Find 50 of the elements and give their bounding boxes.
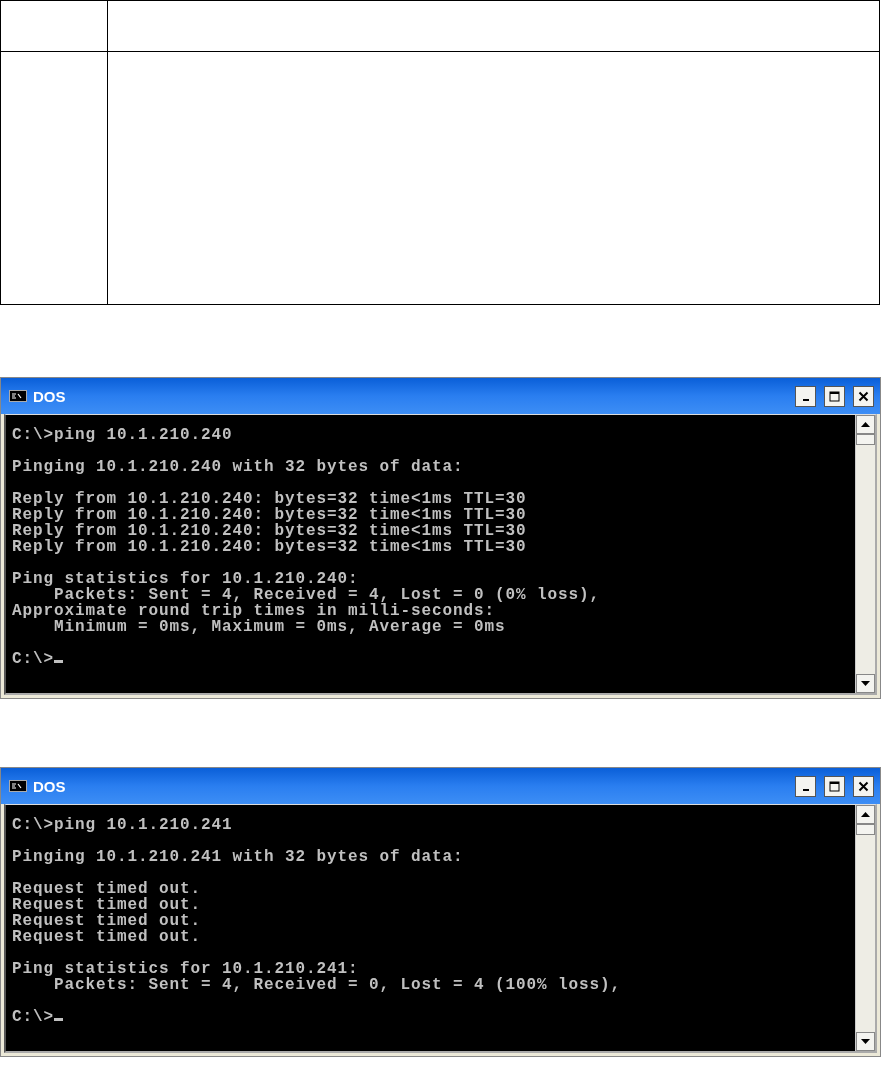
close-button[interactable]	[853, 775, 874, 797]
minimize-button[interactable]	[795, 385, 816, 407]
console-line: C:\>ping 10.1.210.240	[12, 426, 233, 444]
maximize-button[interactable]	[824, 385, 845, 407]
scroll-down-button[interactable]	[856, 1032, 875, 1051]
console-line: Ping statistics for 10.1.210.240:	[12, 570, 359, 588]
up-arrow-icon	[861, 812, 870, 817]
console-line: Approximate round trip times in milli-seconds:	[12, 602, 496, 620]
console-line: Pinging 10.1.210.240 with 32 bytes of data:	[12, 458, 464, 476]
console-line: Packets: Sent = 4, Received = 0, Lost = 4 (100% loss),	[53, 976, 622, 994]
console-line: Request timed out.	[12, 896, 202, 914]
minimize-icon	[802, 789, 809, 791]
close-button[interactable]	[853, 385, 874, 407]
maximize-icon	[829, 390, 840, 402]
cursor-icon	[54, 1018, 63, 1021]
console-line: C:\>	[12, 650, 54, 668]
scroll-up-button[interactable]	[856, 415, 875, 434]
console-icon	[9, 780, 27, 792]
cursor-icon	[54, 660, 63, 663]
scroll-thumb[interactable]	[856, 434, 875, 445]
scrollbar[interactable]	[855, 805, 875, 1051]
down-arrow-icon	[861, 681, 870, 686]
close-icon	[858, 390, 869, 402]
console-line: C:\>	[12, 1008, 54, 1026]
console-line: Reply from 10.1.210.240: bytes=32 time<1ms TTL=30	[12, 490, 527, 508]
minimize-button[interactable]	[795, 775, 816, 797]
maximize-icon	[829, 780, 840, 792]
console-line: Reply from 10.1.210.240: bytes=32 time<1ms TTL=30	[12, 538, 527, 556]
console-line: C:\>ping 10.1.210.241	[12, 816, 233, 834]
console-line: Reply from 10.1.210.240: bytes=32 time<1ms TTL=30	[12, 506, 527, 524]
console-line: Request timed out.	[12, 912, 202, 930]
console-line: Packets: Sent = 4, Received = 4, Lost = 0 (0% loss),	[54, 586, 601, 604]
scrollbar[interactable]	[855, 415, 875, 693]
console-line: Request timed out.	[12, 880, 202, 898]
scroll-down-button[interactable]	[856, 674, 875, 693]
console-line: Minimum = 0ms, Maximum = 0ms, Average = 0ms	[54, 618, 506, 636]
scroll-thumb[interactable]	[856, 824, 875, 835]
console-line: Ping statistics for 10.1.210.241:	[12, 960, 359, 978]
console-line: Pinging 10.1.210.241 with 32 bytes of data:	[12, 848, 464, 866]
console-icon	[9, 390, 27, 402]
console-line: Request timed out.	[12, 928, 202, 946]
close-icon	[858, 780, 869, 792]
minimize-icon	[802, 399, 809, 401]
console-line: Reply from 10.1.210.240: bytes=32 time<1ms TTL=30	[12, 522, 527, 540]
down-arrow-icon	[861, 1039, 870, 1044]
maximize-button[interactable]	[824, 775, 845, 797]
window-title: DOS	[33, 777, 66, 795]
window-title: DOS	[33, 387, 66, 405]
scroll-up-button[interactable]	[856, 805, 875, 824]
up-arrow-icon	[861, 422, 870, 427]
